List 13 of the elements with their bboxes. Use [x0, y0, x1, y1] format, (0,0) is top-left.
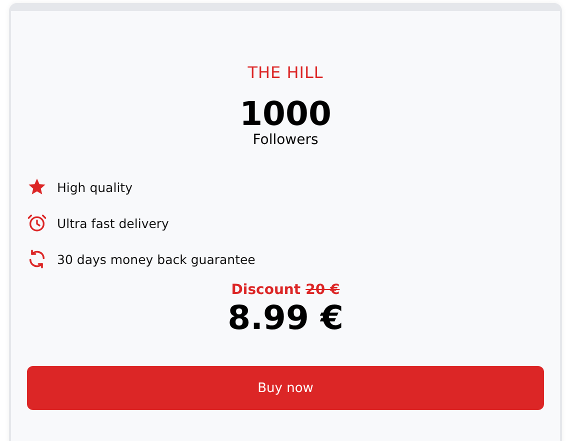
buy-now-button[interactable]: Buy now — [27, 366, 544, 410]
star-icon — [27, 177, 47, 197]
unit-label: Followers — [252, 132, 318, 148]
plan-title: THE HILL — [248, 63, 324, 82]
feature-text: Ultra fast delivery — [57, 216, 169, 230]
feature-text: 30 days money back guarantee — [57, 252, 256, 266]
follower-count: 1000 — [240, 96, 332, 132]
price: 8.99 € — [228, 298, 344, 338]
discount-label: Discount — [231, 282, 301, 298]
old-price: 20 € — [306, 282, 340, 298]
alarm-clock-icon — [27, 213, 47, 233]
refresh-icon — [27, 249, 47, 269]
feature-text: High quality — [57, 180, 132, 194]
